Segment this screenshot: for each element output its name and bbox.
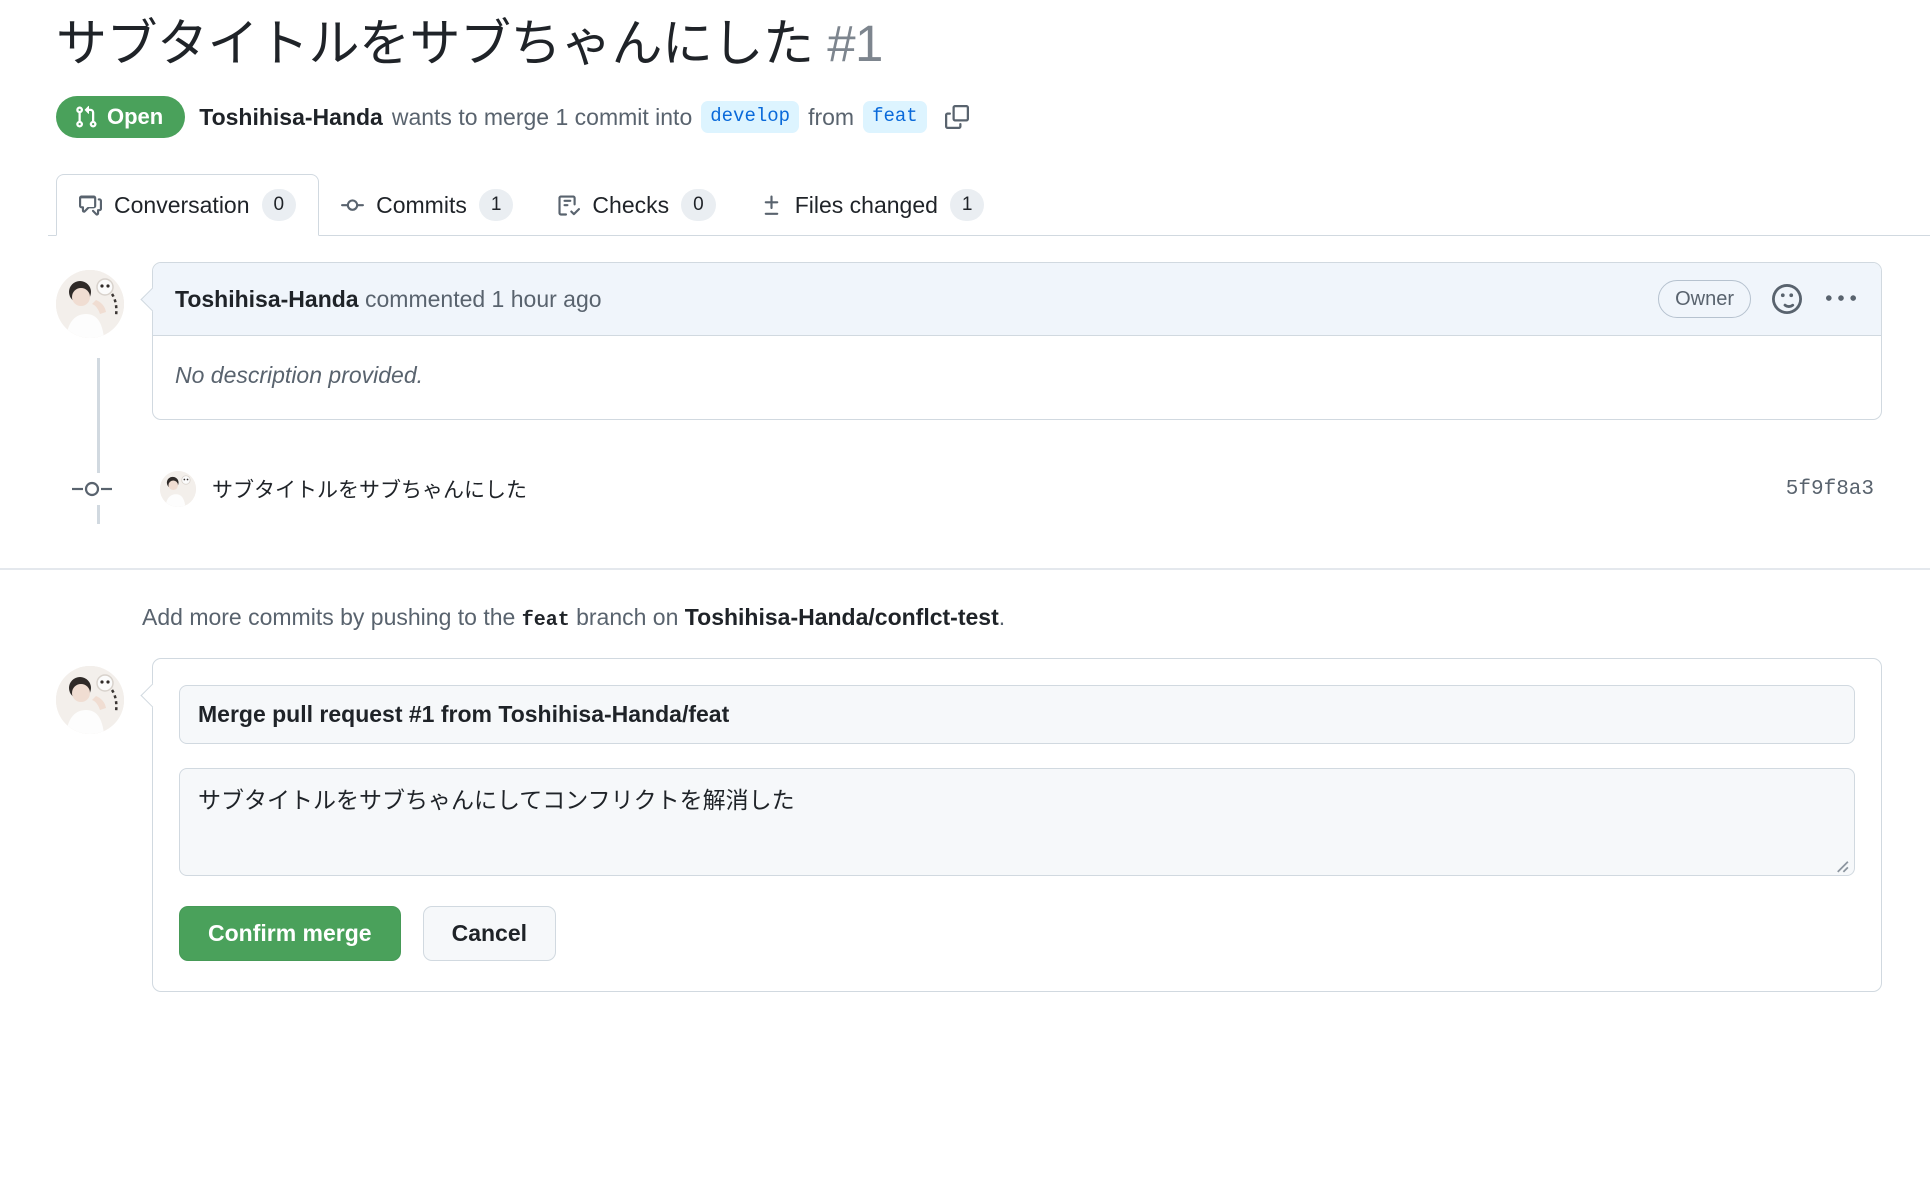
commit-sha[interactable]: 5f9f8a3 [1786,478,1882,501]
kebab-horizontal-icon[interactable] [1823,281,1859,317]
git-pull-request-icon [74,105,98,129]
comment-discussion-icon [79,194,102,217]
push-note-trailing: . [998,604,1006,631]
push-note-branch: feat [521,609,570,633]
status-badge: Open [56,96,186,139]
conversation-timeline: Toshihisa-Handa commented 1 hour ago Own… [48,262,1882,525]
section-divider [0,568,1930,571]
commit-description-input[interactable] [179,768,1855,877]
pull-request-page: サブタイトルをサブちゃんにした #1 Open Toshihisa-Handa … [0,14,1930,1178]
tab-files-changed[interactable]: Files changed 1 [738,174,1007,236]
comment-author[interactable]: Toshihisa-Handa [175,286,359,312]
page-title: サブタイトルをサブちゃんにした #1 [56,14,1882,74]
commit-node-icon [70,473,114,506]
tab-checks[interactable]: Checks 0 [535,174,737,236]
diff-icon [760,194,783,217]
tab-conversation[interactable]: Conversation 0 [56,174,320,237]
cancel-button[interactable]: Cancel [422,906,557,962]
merge-section: Confirm merge Cancel [48,658,1882,993]
tab-counter: 0 [681,188,716,222]
tab-label: Commits [376,191,467,218]
comment-body: No description provided. [175,362,424,389]
page-title-text: サブタイトルをサブちゃんにした [56,15,814,72]
base-branch-chip[interactable]: develop [701,101,800,133]
merge-text-lead: wants to merge 1 commit into [391,103,693,130]
pr-subheader: Open Toshihisa-Handa wants to merge 1 co… [56,96,1882,139]
merge-text-from: from [808,103,855,130]
tab-counter: 1 [949,188,985,222]
tab-label: Checks [592,191,670,218]
tab-counter: 0 [261,188,297,222]
pr-tabs: Conversation 0 Commits 1 Checks 0 Files … [48,174,1930,237]
comment-meta: commented 1 hour ago [365,285,602,312]
confirm-merge-button[interactable]: Confirm merge [179,906,401,962]
status-badge-label: Open [107,104,164,130]
clipboard-copy-icon[interactable] [940,100,974,134]
comment-byline: Toshihisa-Handa commented 1 hour ago [175,286,602,313]
head-branch-chip[interactable]: feat [863,101,927,133]
pr-author[interactable]: Toshihisa-Handa [199,104,383,131]
push-instructions: Add more commits by pushing to the feat … [142,604,1882,632]
comment-thread: Toshihisa-Handa commented 1 hour ago Own… [56,262,1882,421]
commit-timeline-item: サブタイトルをサブちゃんにした 5f9f8a3 [56,454,1882,524]
smiley-icon[interactable] [1769,281,1805,317]
tab-commits[interactable]: Commits 1 [319,174,535,236]
merge-form: Confirm merge Cancel [152,658,1882,993]
tab-counter: 1 [478,188,514,222]
merge-actions: Confirm merge Cancel [179,906,1855,962]
avatar[interactable] [56,666,124,735]
comment-header: Toshihisa-Handa commented 1 hour ago Own… [153,263,1881,337]
comment-box: Toshihisa-Handa commented 1 hour ago Own… [152,262,1882,421]
owner-badge[interactable]: Owner [1658,280,1751,319]
push-note-lead: Add more commits by pushing to the [142,604,516,631]
pr-number: #1 [827,15,883,72]
tab-label: Conversation [114,191,250,218]
pr-byline: Toshihisa-Handa wants to merge 1 commit … [199,100,973,134]
push-note-middle: branch on [576,604,679,631]
tab-label: Files changed [794,191,938,218]
push-note-repo[interactable]: Toshihisa-Handa/conflct-test [685,604,999,630]
commit-title-input[interactable] [179,685,1855,745]
commit-message[interactable]: サブタイトルをサブちゃんにした [212,474,527,504]
git-commit-icon [341,194,365,217]
checklist-icon [557,194,581,217]
comment-actions: Owner [1658,280,1859,319]
commit-author-avatar[interactable] [160,471,196,508]
avatar[interactable] [56,270,124,339]
